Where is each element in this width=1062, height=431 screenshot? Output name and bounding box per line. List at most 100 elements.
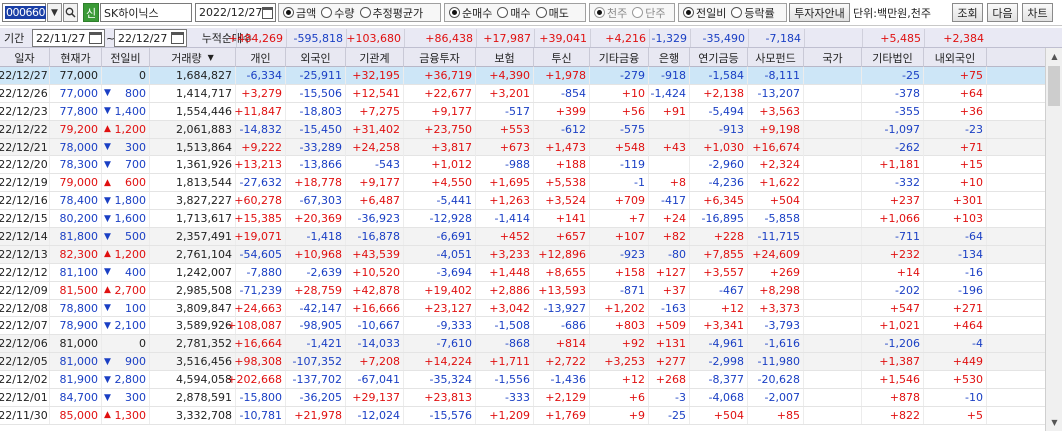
column-header-14[interactable]: 국가 — [804, 48, 862, 67]
table-row[interactable]: 22/12/19 79,000 ▲ 600 1,813,544 -27,632 +18,77… — [0, 174, 1045, 193]
cell-거래량: 3,589,926 — [150, 317, 236, 335]
unit-radio-0[interactable]: 천주 — [594, 5, 627, 21]
trade-radio-1[interactable]: 매수 — [497, 5, 531, 21]
cell-value: -64 — [965, 230, 983, 244]
cell-value: +15 — [959, 158, 983, 172]
cell-value: -67,041 — [357, 373, 400, 387]
stock-code-input[interactable]: 000660 — [2, 3, 46, 22]
cell-기타법인: +1,181 — [862, 156, 924, 174]
cell-value: +232 — [889, 247, 920, 261]
amount-radio-0[interactable]: 금액 — [283, 5, 316, 21]
column-header-8[interactable]: 보험 — [476, 48, 534, 67]
trade-radio-0[interactable]: 순매수 — [449, 5, 492, 21]
cell-외국인: +20,369 — [286, 210, 346, 228]
search-query-button[interactable]: 조회 — [952, 3, 983, 22]
compare-radio-0[interactable]: 전일비 — [683, 5, 726, 21]
cell-value: -612 — [561, 122, 586, 136]
cell-value: 1,400 — [114, 104, 147, 118]
cell-value: +14 — [896, 265, 920, 279]
cell-내외국인: -64 — [924, 228, 987, 246]
amount-radio-2[interactable]: 추정평균가 — [359, 5, 423, 21]
cell-value: +36 — [959, 104, 983, 118]
cell-전일비: ▼ 300 — [102, 138, 150, 156]
period-from-field[interactable]: 22/11/27 — [32, 29, 105, 47]
trade-radio-2[interactable]: 매도 — [535, 5, 569, 21]
column-header-12[interactable]: 연기금등 — [690, 48, 748, 67]
scroll-thumb[interactable] — [1048, 66, 1060, 106]
column-header-6[interactable]: 기관계 — [346, 48, 404, 67]
table-row[interactable]: 22/12/02 81,900 ▼ 2,800 4,594,058 +202,668 -13… — [0, 371, 1045, 390]
table-row[interactable]: 22/11/30 85,000 ▲ 1,300 3,332,708 -10,781 +21,… — [0, 406, 1045, 425]
cell-내외국인: +15 — [924, 156, 987, 174]
table-row[interactable]: 22/12/20 78,300 ▼ 700 1,361,926 +13,213 -13,86… — [0, 156, 1045, 175]
cell-개인: +16,664 — [234, 335, 286, 353]
cell-일자: 22/12/13 — [0, 245, 50, 263]
column-header-1[interactable]: 현재가 — [50, 48, 102, 67]
scroll-up-icon[interactable]: ▲ — [1046, 48, 1062, 65]
column-header-3[interactable]: 거래량 ▼ — [150, 48, 236, 67]
vertical-scrollbar[interactable]: ▲ ▼ — [1045, 48, 1062, 431]
investor-guide-button[interactable]: 투자자안내 — [789, 3, 850, 22]
cell-기관계: +10,520 — [346, 263, 404, 281]
column-header-7[interactable]: 금융투자 — [404, 48, 476, 67]
column-header-11[interactable]: 은행 — [649, 48, 690, 67]
cell-value: +16,674 — [752, 140, 800, 154]
cell-기관계: +43,539 — [346, 245, 404, 263]
table-row[interactable]: 22/12/08 78,800 ▼ 100 3,809,847 +24,663 -42,14… — [0, 299, 1045, 318]
table-row[interactable]: 22/12/21 78,000 ▼ 300 1,513,864 +9,222 -33,289… — [0, 138, 1045, 157]
column-header-16[interactable]: 내외국인 — [924, 48, 987, 67]
table-row[interactable]: 22/12/23 77,800 ▼ 1,400 1,554,446 +11,847 -18,… — [0, 102, 1045, 121]
compare-radio-1[interactable]: 등락률 — [731, 5, 775, 21]
column-header-10[interactable]: 기타금융 — [590, 48, 649, 67]
cumulative-sum-12: +2,384 — [924, 29, 987, 47]
cell-기타법인: -202 — [862, 281, 924, 299]
sort-down-icon[interactable]: ▼ — [208, 53, 214, 62]
table-row[interactable]: 22/12/13 82,300 ▲ 1,200 2,761,104 -54,605 +10,… — [0, 245, 1045, 264]
dropdown-button[interactable]: ▼ — [47, 3, 62, 22]
cell-value: 100 — [125, 301, 146, 315]
period-to-field[interactable]: 22/12/27 — [114, 29, 187, 47]
column-header-2[interactable]: 전일비 — [102, 48, 150, 67]
stock-name-field[interactable]: SK하이닉스 — [100, 3, 192, 22]
table-row[interactable]: 22/12/27 77,000 0 1,684,827 -6,334 -25,911 +32… — [0, 67, 1045, 85]
table-row[interactable]: 22/12/05 81,000 ▼ 900 3,516,456 +98,308 -107,3… — [0, 353, 1045, 372]
cell-value: -12,024 — [357, 408, 400, 422]
calendar-icon[interactable] — [262, 6, 273, 19]
radio-circle-icon — [321, 7, 333, 18]
table-row[interactable]: 22/12/09 81,500 ▲ 2,700 2,985,508 -71,239 +28,… — [0, 281, 1045, 300]
column-header-9[interactable]: 투신 — [534, 48, 590, 67]
cell-value: 0 — [139, 69, 146, 82]
scroll-down-icon[interactable]: ▼ — [1046, 414, 1062, 431]
search-button[interactable] — [63, 3, 78, 22]
column-header-0[interactable]: 일자 — [0, 48, 50, 67]
table-row[interactable]: 22/12/01 84,700 ▼ 300 2,878,591 -15,800 -36,20… — [0, 389, 1045, 407]
table-row[interactable]: 22/12/07 78,900 ▼ 2,100 3,589,926 +108,087 -98… — [0, 317, 1045, 336]
table-row[interactable]: 22/12/15 80,200 ▼ 1,600 1,713,617 +15,385 +20,… — [0, 210, 1045, 229]
column-header-4[interactable]: 개인 — [236, 48, 286, 67]
table-row[interactable]: 22/12/06 81,000 0 2,781,352 +16,664 -1,421 -14… — [0, 335, 1045, 354]
amount-radio-1[interactable]: 수량 — [321, 5, 355, 21]
table-row[interactable]: 22/12/22 79,200 ▲ 1,200 2,061,883 -14,832 -15,… — [0, 120, 1045, 139]
calendar-icon[interactable] — [171, 32, 184, 44]
cell-value: +1,209 — [489, 408, 530, 422]
cell-국가 — [804, 84, 862, 102]
chart-button[interactable]: 차트 — [1022, 3, 1053, 22]
radio-circle-icon — [283, 7, 294, 18]
cell-value: +5 — [966, 408, 983, 422]
column-header-5[interactable]: 외국인 — [286, 48, 346, 67]
table-row[interactable]: 22/12/14 81,800 ▼ 500 2,357,491 +19,071 -1,418… — [0, 228, 1045, 246]
date-field[interactable]: 2022/12/27 — [195, 3, 276, 22]
cumulative-sum-0: +484,269 — [228, 29, 286, 47]
table-row[interactable]: 22/12/12 81,100 ▼ 400 1,242,007 -7,880 -2,639 +… — [0, 263, 1045, 282]
calendar-icon[interactable] — [89, 32, 102, 44]
next-button[interactable]: 다음 — [987, 3, 1018, 22]
cell-value: 22/12/23 — [0, 104, 48, 118]
column-header-13[interactable]: 사모펀드 — [748, 48, 804, 67]
column-header-15[interactable]: 기타법인 — [862, 48, 924, 67]
unit-radio-1[interactable]: 단주 — [632, 5, 666, 21]
table-row[interactable]: 22/12/16 78,400 ▼ 1,800 3,827,227 +60,278 -67,… — [0, 192, 1045, 211]
cell-value: +399 — [555, 104, 586, 118]
cell-보험: +1,263 — [476, 192, 534, 210]
period-to-value: 22/12/27 — [118, 31, 168, 45]
table-row[interactable]: 22/12/26 77,000 ▼ 800 1,414,717 +3,279 -15,506… — [0, 84, 1045, 103]
